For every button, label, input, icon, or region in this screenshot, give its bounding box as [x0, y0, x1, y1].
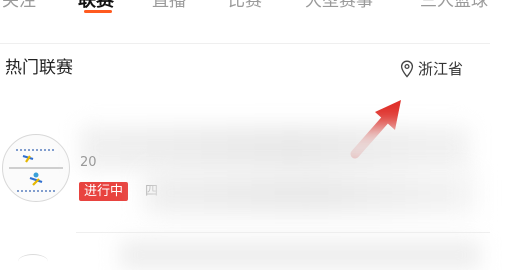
location-label: 浙江省: [418, 60, 464, 78]
tab-follow[interactable]: 关注: [2, 0, 36, 16]
status-badge: 进行中: [79, 182, 129, 201]
section-title: 热门联赛: [5, 58, 73, 78]
map-pin-icon: [400, 60, 414, 78]
active-tab-indicator: [84, 10, 112, 13]
blurred-league-title: [80, 126, 470, 170]
tab-major-events[interactable]: 大型赛事: [305, 0, 373, 16]
list-item[interactable]: 20 进行中 四: [0, 126, 490, 230]
blurred-next-item: [120, 240, 480, 270]
tab-live[interactable]: 直播: [152, 0, 186, 16]
tab-league[interactable]: 联赛: [78, 0, 114, 16]
tab-3x3-basketball[interactable]: 三人篮球: [420, 0, 488, 16]
top-tab-bar: 关注 联赛 直播 比赛 大型赛事 三人篮球: [0, 0, 524, 30]
divider: [76, 232, 490, 233]
league-logo: [2, 134, 70, 202]
divider: [0, 43, 490, 44]
tab-match[interactable]: 比赛: [228, 0, 262, 16]
location-selector[interactable]: 浙江省: [400, 57, 463, 81]
blurred-league-meta: [145, 172, 475, 214]
next-item-avatar: [18, 254, 48, 269]
league-year: 20: [80, 155, 97, 170]
